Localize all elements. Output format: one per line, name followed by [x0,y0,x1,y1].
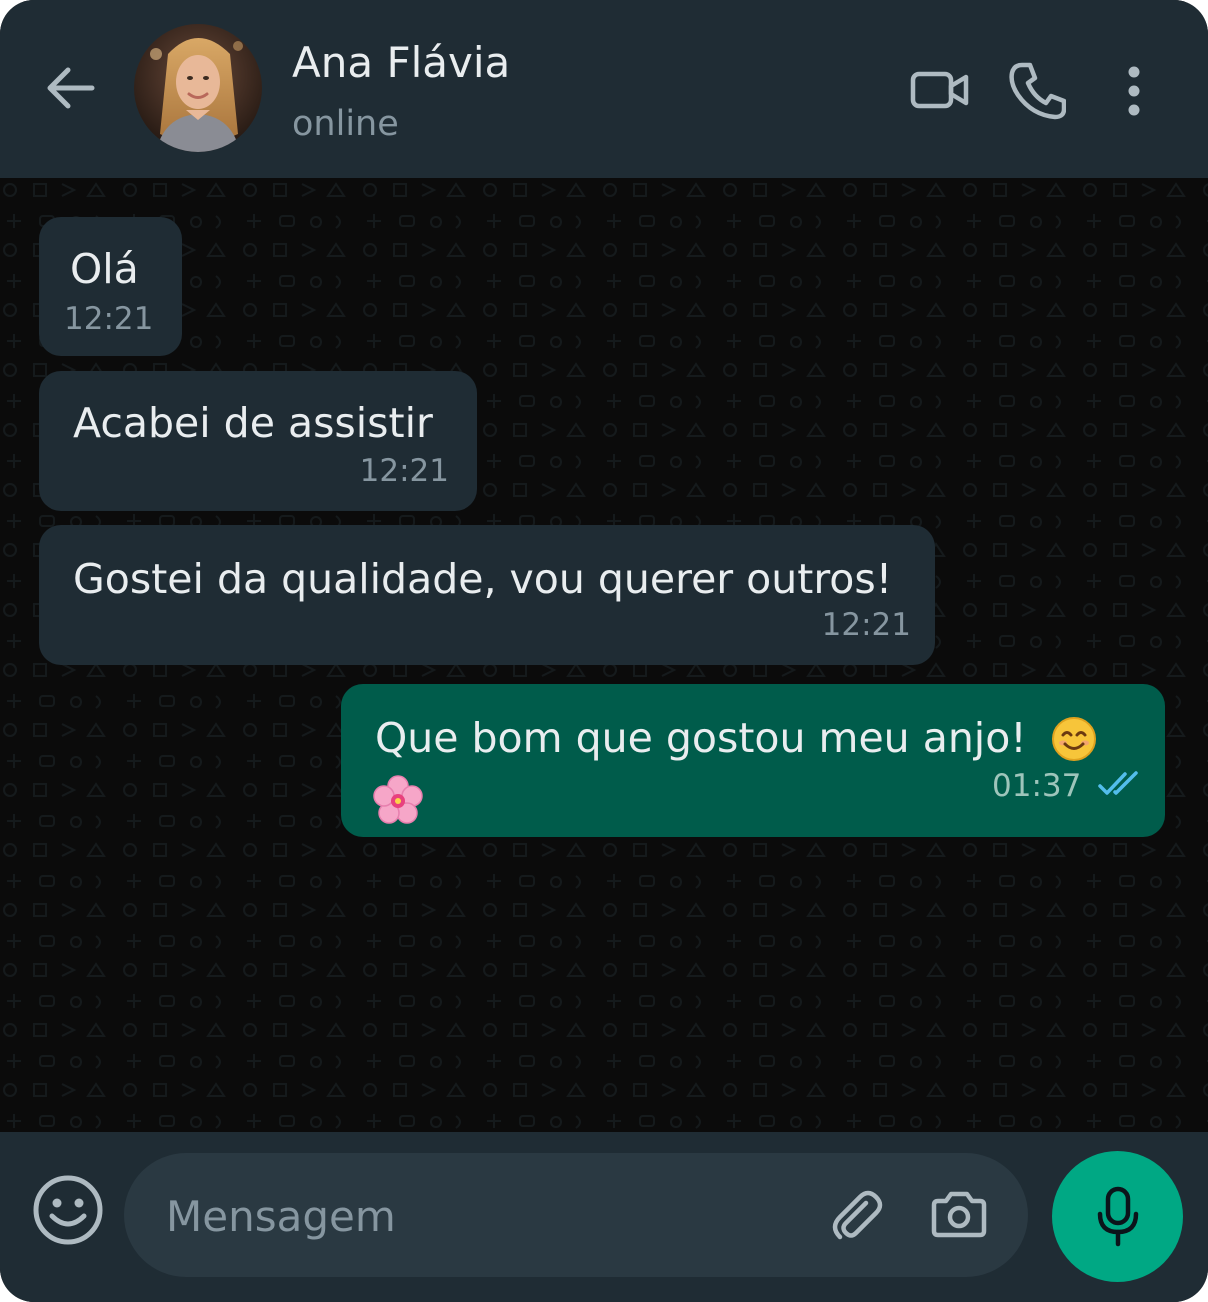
avatar-photo [134,24,262,152]
phone-icon [1009,62,1066,120]
voice-message-button[interactable] [1052,1151,1183,1282]
contact-avatar[interactable] [134,24,262,152]
read-receipt-icon [1098,771,1138,795]
message-time: 12:21 [821,607,911,643]
chat-header: Ana Flávia online [0,0,1208,178]
smiley-icon [33,1175,103,1245]
message-input[interactable] [164,1175,808,1257]
contact-name[interactable]: Ana Flávia [292,38,510,87]
voice-call-button[interactable] [1002,56,1072,126]
more-options-button[interactable] [1110,58,1158,124]
message-composer [0,1132,1208,1302]
microphone-icon [1097,1186,1138,1246]
more-vertical-icon [1128,66,1140,116]
emoji-button[interactable] [30,1172,106,1248]
smiling-face-emoji [1052,717,1096,761]
message-bubble-outgoing[interactable]: Que bom que gostou meu anjo! 01:37 [341,684,1165,837]
back-button[interactable] [38,56,102,120]
message-bubble-incoming[interactable]: Acabei de assistir 12:21 [39,371,477,511]
paperclip-icon [832,1190,883,1240]
message-text: Gostei da qualidade, vou querer outros! [73,555,893,603]
message-bubble-incoming[interactable]: Olá 12:21 [39,217,182,356]
camera-icon [931,1191,987,1238]
message-text: Olá [70,245,139,293]
message-bubble-incoming[interactable]: Gostei da qualidade, vou querer outros! … [39,525,935,665]
arrow-left-icon [47,67,95,109]
message-text: Acabei de assistir [73,399,433,447]
video-camera-icon [910,71,969,109]
camera-button[interactable] [924,1183,994,1247]
message-time: 01:37 [992,768,1082,804]
message-text: Que bom que gostou meu anjo! [375,714,1027,762]
contact-status: online [292,104,399,144]
video-call-button[interactable] [904,58,976,122]
message-list[interactable]: Olá 12:21 Acabei de assistir 12:21 Goste… [0,178,1208,1132]
whatsapp-chat-screen: Ana Flávia online Olá 12:21 Acabei de as… [0,0,1208,1302]
attach-button[interactable] [824,1183,888,1247]
cherry-blossom-emoji [373,775,423,824]
message-time: 12:21 [64,301,154,337]
message-input-box [124,1153,1028,1277]
message-time: 12:21 [359,453,449,489]
